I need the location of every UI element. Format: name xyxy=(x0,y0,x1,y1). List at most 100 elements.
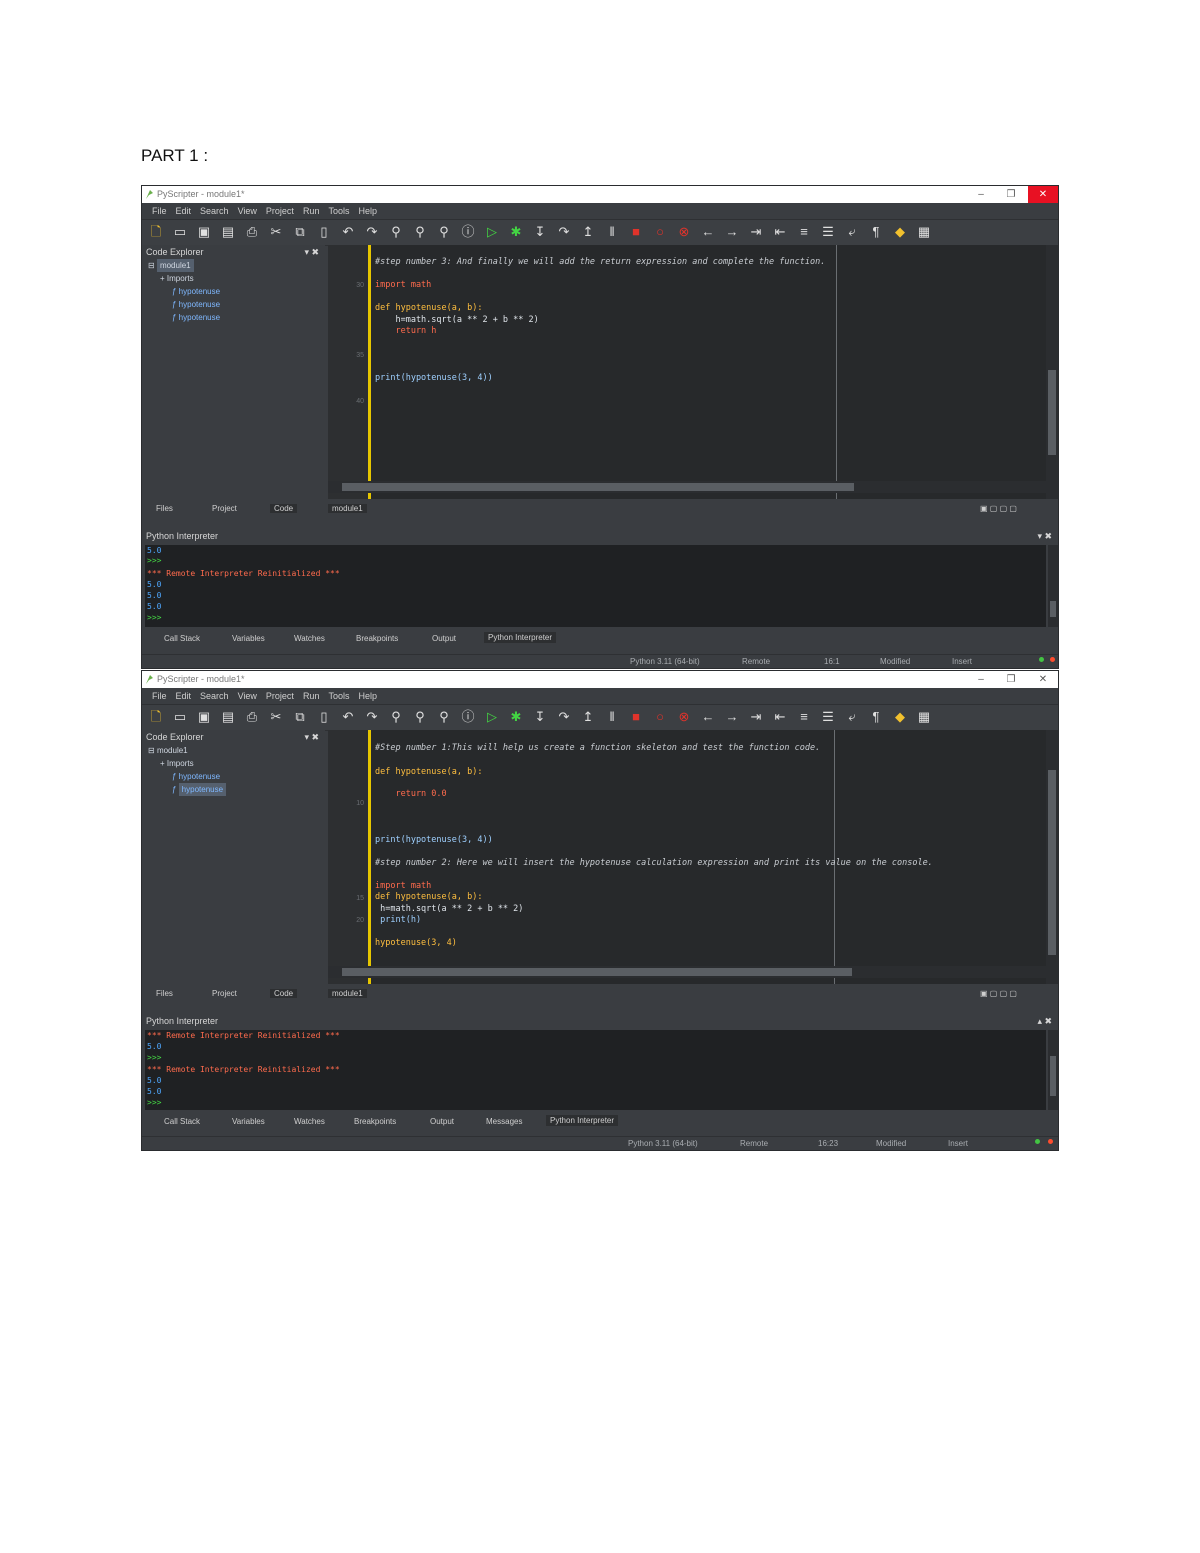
panel-controls[interactable]: ▴ ✖ xyxy=(1037,1014,1052,1028)
tab-project[interactable]: Project xyxy=(212,504,237,513)
debug-icon[interactable]: ✱ xyxy=(508,708,524,725)
panel-controls[interactable]: ▾ ✖ xyxy=(1037,529,1052,543)
close-button[interactable]: ✕ xyxy=(1028,186,1058,203)
minimize-button[interactable]: – xyxy=(966,186,996,203)
vertical-scrollbar[interactable] xyxy=(1046,245,1058,499)
menu-view[interactable]: View xyxy=(238,688,257,704)
menu-run[interactable]: Run xyxy=(303,203,320,219)
clear-breakpoints-icon[interactable]: ⊗ xyxy=(676,223,692,240)
tree-node-function[interactable]: ƒ hypotenuse xyxy=(148,311,325,324)
tree-node-function[interactable]: ƒ hypotenuse xyxy=(148,285,325,298)
paste-icon[interactable]: ▯ xyxy=(316,708,332,725)
find-icon[interactable]: ⚲ xyxy=(388,223,404,240)
tree-node-function[interactable]: ƒ hypotenuse xyxy=(148,770,325,783)
editor-tab-module1[interactable]: module1 xyxy=(328,504,367,513)
vertical-scrollbar[interactable] xyxy=(1048,545,1058,627)
dedent-icon[interactable]: ⇤ xyxy=(772,223,788,240)
comment-icon[interactable]: ≡ xyxy=(796,708,812,725)
list-icon[interactable]: ☰ xyxy=(820,223,836,240)
back-icon[interactable]: ← xyxy=(700,708,716,725)
tab-python-interpreter[interactable]: Python Interpreter xyxy=(484,632,557,643)
layout-buttons[interactable]: ▣ ▢ ▢ ▢ xyxy=(980,989,1017,998)
vertical-scrollbar[interactable] xyxy=(1046,730,1058,984)
replace-icon[interactable]: ⚲ xyxy=(436,708,452,725)
stop-icon[interactable]: ■ xyxy=(628,223,644,240)
step-over-icon[interactable]: ↷ xyxy=(556,708,572,725)
tab-breakpoints[interactable]: Breakpoints xyxy=(356,634,398,643)
cut-icon[interactable]: ✂ xyxy=(268,223,284,240)
new-file-icon[interactable]: 🗋 xyxy=(148,223,164,240)
redo-icon[interactable]: ↷ xyxy=(364,223,380,240)
step-out-icon[interactable]: ↥ xyxy=(580,223,596,240)
run-icon[interactable]: ▷ xyxy=(484,708,500,725)
tab-variables[interactable]: Variables xyxy=(232,1117,265,1126)
redo-icon[interactable]: ↷ xyxy=(364,708,380,725)
tab-files[interactable]: Files xyxy=(156,504,173,513)
menu-project[interactable]: Project xyxy=(266,688,294,704)
panel-controls[interactable]: ▾ ✖ xyxy=(304,245,319,259)
tree-node-function[interactable]: ƒ hypotenuse xyxy=(148,298,325,311)
interpreter-console[interactable]: *** Remote Interpreter Reinitialized ***… xyxy=(145,1030,1046,1110)
forward-icon[interactable]: → xyxy=(724,223,740,240)
step-into-icon[interactable]: ↧ xyxy=(532,223,548,240)
interpreter-console[interactable]: 5.0 >>> *** Remote Interpreter Reinitial… xyxy=(145,545,1046,627)
restore-button[interactable]: ❐ xyxy=(996,186,1026,203)
save-icon[interactable]: ▣ xyxy=(196,223,212,240)
menu-project[interactable]: Project xyxy=(266,203,294,219)
vertical-scrollbar[interactable] xyxy=(1048,1030,1058,1110)
comment-icon[interactable]: ≡ xyxy=(796,223,812,240)
code-text[interactable]: #step number 3: And finally we will add … xyxy=(375,245,825,383)
code-text[interactable]: #Step number 1:This will help us create … xyxy=(375,730,933,948)
python-icon[interactable]: ◆ xyxy=(892,223,908,240)
find-next-icon[interactable]: ⚲ xyxy=(412,708,428,725)
menu-edit[interactable]: Edit xyxy=(176,688,192,704)
minimize-button[interactable]: – xyxy=(966,671,996,688)
tree-node-function[interactable]: ƒ hypotenuse xyxy=(148,783,325,796)
horizontal-scrollbar[interactable] xyxy=(328,966,1046,978)
find-next-icon[interactable]: ⚲ xyxy=(412,223,428,240)
layout-icon[interactable]: ▦ xyxy=(916,223,932,240)
undo-icon[interactable]: ↶ xyxy=(340,223,356,240)
pause-icon[interactable]: ‖ xyxy=(604,223,620,240)
tab-breakpoints[interactable]: Breakpoints xyxy=(354,1117,396,1126)
tab-messages[interactable]: Messages xyxy=(486,1117,522,1126)
dedent-icon[interactable]: ⇤ xyxy=(772,708,788,725)
wrap-icon[interactable]: ⤶ xyxy=(844,708,860,725)
breakpoint-icon[interactable]: ○ xyxy=(652,708,668,725)
pilcrow-icon[interactable]: ¶ xyxy=(868,223,884,240)
close-button[interactable]: ✕ xyxy=(1028,671,1058,688)
tab-project[interactable]: Project xyxy=(212,989,237,998)
syntax-check-icon[interactable]: ⓘ xyxy=(460,223,476,240)
menu-tools[interactable]: Tools xyxy=(328,688,349,704)
copy-icon[interactable]: ⧉ xyxy=(292,708,308,725)
step-out-icon[interactable]: ↥ xyxy=(580,708,596,725)
tab-call-stack[interactable]: Call Stack xyxy=(164,1117,200,1126)
tree-node-module[interactable]: ⊟ module1 xyxy=(148,259,325,272)
cut-icon[interactable]: ✂ xyxy=(268,708,284,725)
tab-watches[interactable]: Watches xyxy=(294,1117,325,1126)
menu-edit[interactable]: Edit xyxy=(176,203,192,219)
step-over-icon[interactable]: ↷ xyxy=(556,223,572,240)
undo-icon[interactable]: ↶ xyxy=(340,708,356,725)
tab-output[interactable]: Output xyxy=(432,634,456,643)
step-into-icon[interactable]: ↧ xyxy=(532,708,548,725)
menu-view[interactable]: View xyxy=(238,203,257,219)
breakpoint-icon[interactable]: ○ xyxy=(652,223,668,240)
editor-tab-module1[interactable]: module1 xyxy=(328,989,367,998)
menu-file[interactable]: File xyxy=(152,203,167,219)
wrap-icon[interactable]: ⤶ xyxy=(844,223,860,240)
new-file-icon[interactable]: 🗋 xyxy=(148,708,164,725)
menu-tools[interactable]: Tools xyxy=(328,203,349,219)
print-icon[interactable]: ⎙ xyxy=(244,223,260,240)
panel-controls[interactable]: ▾ ✖ xyxy=(304,730,319,744)
tab-call-stack[interactable]: Call Stack xyxy=(164,634,200,643)
tab-code[interactable]: Code xyxy=(270,989,298,998)
save-icon[interactable]: ▣ xyxy=(196,708,212,725)
forward-icon[interactable]: → xyxy=(724,708,740,725)
open-folder-icon[interactable]: ▭ xyxy=(172,223,188,240)
indent-icon[interactable]: ⇥ xyxy=(748,708,764,725)
pilcrow-icon[interactable]: ¶ xyxy=(868,708,884,725)
menu-help[interactable]: Help xyxy=(358,688,377,704)
run-icon[interactable]: ▷ xyxy=(484,223,500,240)
menu-help[interactable]: Help xyxy=(358,203,377,219)
